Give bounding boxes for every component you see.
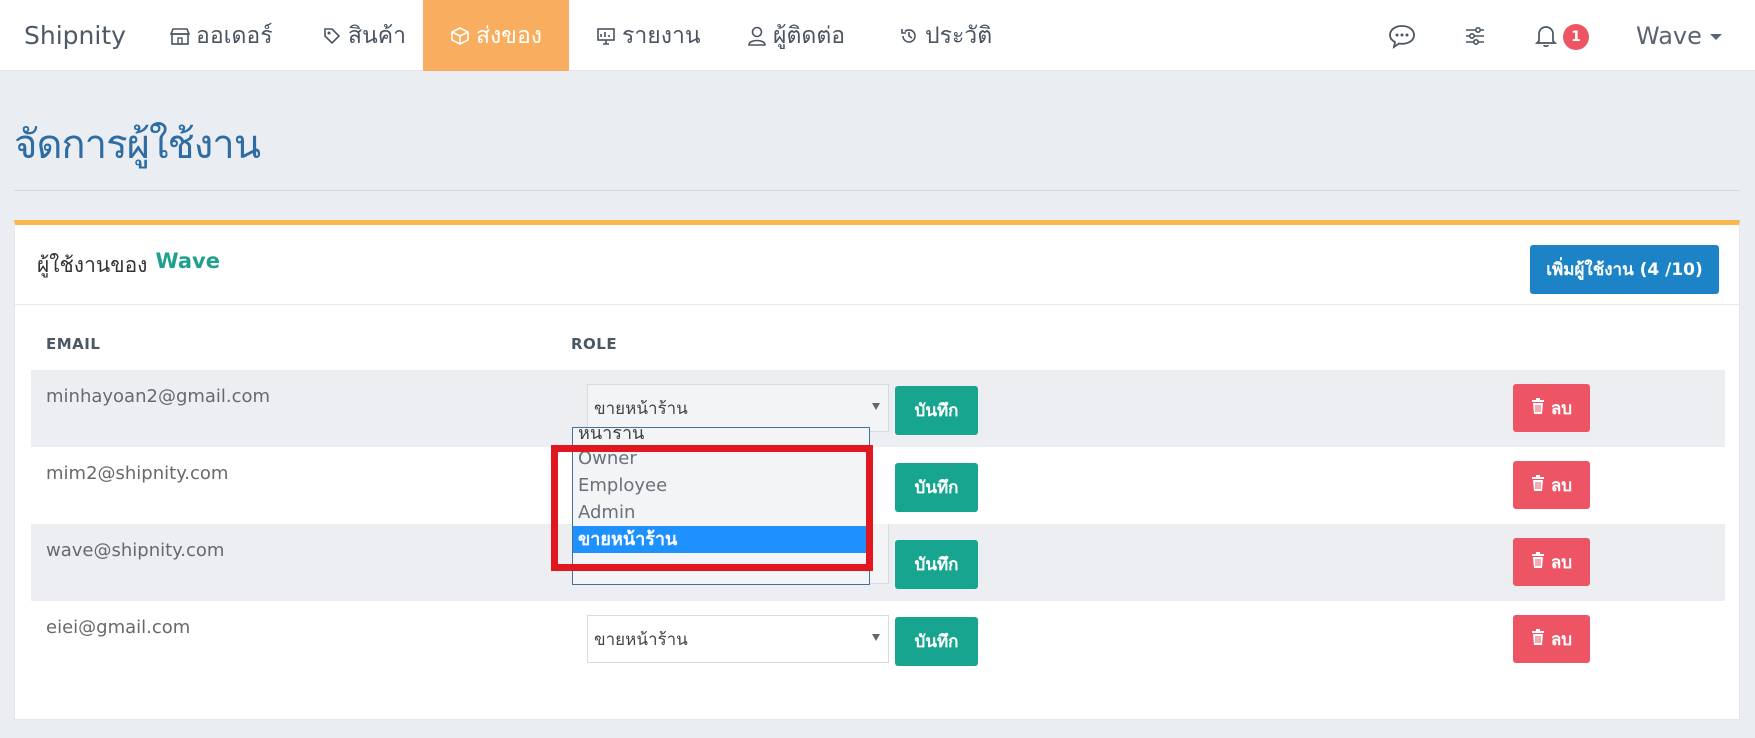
delete-label: ลบ (1550, 552, 1573, 573)
caret-down-icon (1709, 34, 1722, 40)
trash-icon (1531, 628, 1545, 650)
select-arrow-icon (872, 403, 880, 410)
column-header-role: ROLE (571, 335, 618, 353)
divider (14, 190, 1740, 191)
page-title: จัดการผู้ใช้งาน (14, 122, 261, 168)
bell-icon[interactable] (1532, 22, 1560, 50)
row-email: eiei@gmail.com (46, 617, 191, 638)
role-select-value: ขายหน้าร้าน (594, 629, 688, 650)
row-email: minhayoan2@gmail.com (46, 386, 271, 407)
add-user-button[interactable]: เพิ่มผู้ใช้งาน (4 /10) (1530, 245, 1719, 294)
nav-item-label: รายงาน (622, 22, 701, 49)
delete-button[interactable]: ลบ (1513, 384, 1590, 432)
dropdown-option-owner[interactable]: Owner (573, 445, 869, 472)
table-row: minhayoan2@gmail.com ขายหน้าร้าน บันทึก … (31, 370, 1725, 447)
dropdown-option[interactable]: หน้าร้าน (573, 428, 869, 445)
delete-label: ลบ (1550, 398, 1573, 419)
dropdown-option-admin[interactable]: Admin (573, 499, 869, 526)
panel-title: ผู้ใช้งานของ Wave (37, 249, 220, 282)
settings-sliders-icon[interactable] (1461, 22, 1489, 50)
table-row: mim2@shipnity.com บันทึก ลบ (31, 447, 1725, 524)
users-panel: ผู้ใช้งานของ Wave เพิ่มผู้ใช้งาน (4 /10)… (14, 220, 1740, 720)
brand-logo[interactable]: Shipnity (24, 0, 126, 71)
nav-item-label: ผู้ติดต่อ (773, 22, 846, 49)
row-email: mim2@shipnity.com (46, 463, 229, 484)
panel-title-prefix: ผู้ใช้งานของ (37, 253, 148, 277)
row-email: wave@shipnity.com (46, 540, 225, 561)
tags-icon (322, 26, 342, 46)
report-icon (596, 26, 616, 46)
column-header-email: EMAIL (46, 335, 101, 353)
dropdown-option-storefront[interactable]: ขายหน้าร้าน (573, 526, 869, 553)
nav-item-label: ออเดอร์ (196, 22, 273, 49)
panel-header: ผู้ใช้งานของ Wave เพิ่มผู้ใช้งาน (4 /10) (15, 225, 1739, 305)
table-row: eiei@gmail.com ขายหน้าร้าน บันทึก ลบ (31, 601, 1725, 678)
delete-label: ลบ (1550, 629, 1573, 650)
nav-item-reports[interactable]: รายงาน (596, 0, 701, 71)
user-menu[interactable]: Wave (1636, 0, 1722, 71)
top-navbar: Shipnity ออเดอร์ สินค้า ส่งของ รายงาน ผู… (0, 0, 1755, 71)
delete-button[interactable]: ลบ (1513, 461, 1590, 509)
trash-icon (1531, 397, 1545, 419)
nav-item-products[interactable]: สินค้า (322, 0, 406, 71)
role-select[interactable]: ขายหน้าร้าน (587, 384, 889, 432)
nav-item-label: ส่งของ (475, 22, 543, 49)
org-name: Wave (155, 249, 220, 273)
role-dropdown-list: หน้าร้าน Owner Employee Admin ขายหน้าร้า… (572, 427, 870, 585)
user-name: Wave (1636, 21, 1702, 50)
delete-button[interactable]: ลบ (1513, 615, 1590, 663)
save-button[interactable]: บันทึก (895, 463, 978, 512)
trash-icon (1531, 474, 1545, 496)
dropdown-option-employee[interactable]: Employee (573, 472, 869, 499)
trash-icon (1531, 551, 1545, 573)
save-button[interactable]: บันทึก (895, 617, 978, 666)
role-select-value: ขายหน้าร้าน (594, 398, 688, 419)
history-icon (899, 26, 919, 46)
user-icon (747, 25, 767, 47)
role-select[interactable]: ขายหน้าร้าน (587, 615, 889, 663)
nav-item-history[interactable]: ประวัติ (899, 0, 992, 71)
nav-item-label: สินค้า (348, 22, 407, 49)
nav-item-shipping[interactable]: ส่งของ (423, 0, 569, 71)
nav-item-label: ประวัติ (925, 22, 993, 49)
notification-badge: 1 (1563, 24, 1589, 50)
store-icon (170, 26, 190, 46)
nav-item-orders[interactable]: ออเดอร์ (170, 0, 273, 71)
delete-label: ลบ (1550, 475, 1573, 496)
chat-icon[interactable] (1388, 22, 1416, 50)
nav-item-contacts[interactable]: ผู้ติดต่อ (747, 0, 845, 71)
save-button[interactable]: บันทึก (895, 386, 978, 435)
delete-button[interactable]: ลบ (1513, 538, 1590, 586)
select-arrow-icon (872, 634, 880, 641)
save-button[interactable]: บันทึก (895, 540, 978, 589)
table-row: wave@shipnity.com บันทึก ลบ (31, 524, 1725, 601)
box-icon (450, 26, 470, 46)
